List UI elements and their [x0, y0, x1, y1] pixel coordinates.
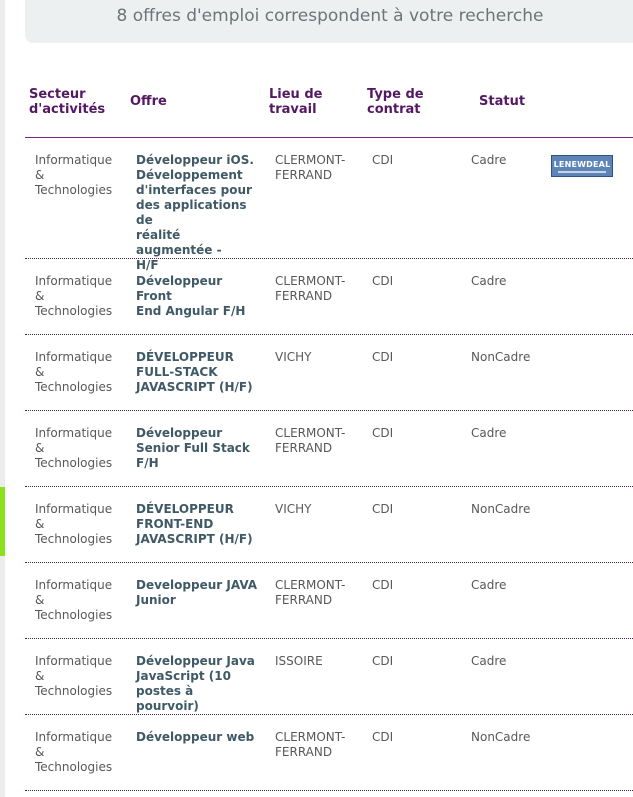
column-header-offre[interactable]: Offre	[130, 94, 167, 109]
cell-lieu: CLERMONT- FERRAND	[275, 153, 346, 182]
company-logo[interactable]: LENEWDEAL	[551, 155, 613, 177]
table-row[interactable]: Informatique & Technologies Développeur …	[25, 153, 633, 272]
table-row[interactable]: Informatique & Technologies Développeur …	[25, 654, 633, 714]
company-logo-tagline	[558, 170, 606, 173]
table-row[interactable]: Informatique & Technologies DÉVELOPPEUR …	[25, 502, 633, 562]
page-left-edge	[0, 0, 5, 797]
cell-statut: Cadre	[471, 426, 507, 440]
cell-lieu: CLERMONT- FERRAND	[275, 274, 346, 303]
job-offer-link[interactable]: DÉVELOPPEUR FULL-STACK JAVASCRIPT (H/F)	[136, 350, 260, 395]
cell-secteur: Informatique & Technologies	[35, 350, 113, 394]
cell-statut: NonCadre	[471, 502, 531, 516]
job-offer-link[interactable]: Développeur Java JavaScript (10 postes à…	[136, 654, 260, 714]
column-header-type[interactable]: Type de contrat	[367, 87, 424, 117]
column-header-lieu[interactable]: Lieu de travail	[269, 87, 322, 117]
cell-lieu: ISSOIRE	[275, 654, 323, 668]
row-divider	[25, 790, 633, 791]
cell-type-contrat: CDI	[372, 426, 394, 440]
job-offer-link[interactable]: DÉVELOPPEUR FRONT-END JAVASCRIPT (H/F)	[136, 502, 260, 547]
row-divider	[25, 410, 633, 411]
table-row[interactable]: Informatique & Technologies Développeur …	[25, 274, 633, 334]
cell-type-contrat: CDI	[372, 274, 394, 288]
side-accent-tab[interactable]	[0, 487, 5, 556]
cell-secteur: Informatique & Technologies	[35, 654, 113, 698]
cell-statut: Cadre	[471, 654, 507, 668]
cell-type-contrat: CDI	[372, 350, 394, 364]
job-offer-link[interactable]: Développeur iOS. Développement d'interfa…	[136, 153, 260, 273]
cell-secteur: Informatique & Technologies	[35, 502, 113, 546]
job-offer-link[interactable]: Developpeur JAVA Junior	[136, 578, 260, 608]
job-offer-link[interactable]: Développeur Senior Full Stack F/H	[136, 426, 260, 471]
cell-statut: Cadre	[471, 578, 507, 592]
cell-secteur: Informatique & Technologies	[35, 730, 113, 774]
row-divider	[25, 714, 633, 715]
results-banner: 8 offres d'emploi correspondent à votre …	[25, 0, 633, 43]
cell-lieu: VICHY	[275, 502, 312, 516]
row-divider	[25, 486, 633, 487]
column-header-secteur[interactable]: Secteur d'activités	[29, 87, 119, 117]
table-row[interactable]: Informatique & Technologies Developpeur …	[25, 578, 633, 638]
cell-type-contrat: CDI	[372, 502, 394, 516]
table-row[interactable]: Informatique & Technologies DÉVELOPPEUR …	[25, 350, 633, 410]
cell-statut: Cadre	[471, 274, 507, 288]
row-divider	[25, 562, 633, 563]
results-count-text: 8 offres d'emploi correspondent à votre …	[116, 5, 544, 26]
cell-type-contrat: CDI	[372, 153, 394, 167]
cell-statut: Cadre	[471, 153, 507, 167]
row-divider	[25, 638, 633, 639]
cell-statut: NonCadre	[471, 350, 531, 364]
row-divider	[25, 334, 633, 335]
cell-secteur: Informatique & Technologies	[35, 578, 113, 622]
cell-secteur: Informatique & Technologies	[35, 274, 113, 318]
company-logo-text: LENEWDEAL	[553, 159, 611, 169]
cell-lieu: VICHY	[275, 350, 312, 364]
job-offer-link[interactable]: Développeur Front End Angular F/H	[136, 274, 260, 319]
cell-lieu: CLERMONT- FERRAND	[275, 578, 346, 607]
cell-type-contrat: CDI	[372, 654, 394, 668]
job-offer-link[interactable]: Développeur web	[136, 730, 260, 745]
cell-statut: NonCadre	[471, 730, 531, 744]
cell-type-contrat: CDI	[372, 578, 394, 592]
cell-type-contrat: CDI	[372, 730, 394, 744]
cell-secteur: Informatique & Technologies	[35, 426, 113, 470]
column-header-statut[interactable]: Statut	[479, 94, 525, 109]
table-row[interactable]: Informatique & Technologies Développeur …	[25, 426, 633, 486]
cell-secteur: Informatique & Technologies	[35, 153, 113, 197]
row-divider	[25, 258, 633, 259]
cell-lieu: CLERMONT- FERRAND	[275, 730, 346, 759]
header-divider	[25, 137, 633, 138]
cell-lieu: CLERMONT- FERRAND	[275, 426, 346, 455]
table-row[interactable]: Informatique & Technologies Développeur …	[25, 730, 633, 790]
